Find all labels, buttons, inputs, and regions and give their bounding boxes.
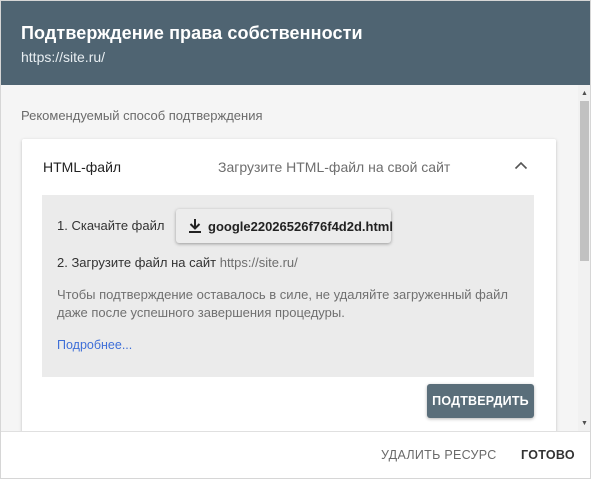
scroll-thumb[interactable] <box>580 101 589 261</box>
scroll-up-arrow-icon[interactable]: ▲ <box>578 87 590 99</box>
method-description: Загрузите HTML-файл на свой сайт <box>218 159 451 175</box>
delete-resource-button[interactable]: УДАЛИТЬ РЕСУРС <box>381 448 497 462</box>
method-name: HTML-файл <box>43 159 122 175</box>
done-button[interactable]: ГОТОВО <box>521 448 575 462</box>
section-label: Рекомендуемый способ подтверждения <box>21 108 263 123</box>
confirm-button[interactable]: ПОДТВЕРДИТЬ <box>427 384 534 418</box>
download-file-button[interactable]: google22026526f76f4d2d.html <box>176 209 393 243</box>
vertical-scrollbar[interactable]: ▲ ▼ <box>578 85 590 431</box>
dialog-header: Подтверждение права собственности https:… <box>1 1 590 85</box>
step2-site: https://site.ru/ <box>219 255 298 270</box>
method-header[interactable]: HTML-файл Загрузите HTML-файл на свой са… <box>22 139 556 195</box>
chevron-up-icon[interactable] <box>509 153 533 177</box>
scroll-down-arrow-icon[interactable]: ▼ <box>578 417 590 429</box>
verification-method-card: HTML-файл Загрузите HTML-файл на свой са… <box>22 139 556 431</box>
dialog-content: Рекомендуемый способ подтверждения HTML-… <box>1 85 578 431</box>
dialog-subtitle: https://site.ru/ <box>21 49 106 65</box>
persistence-note: Чтобы подтверждение оставалось в силе, н… <box>57 287 508 320</box>
step2-label: 2. Загрузите файл на сайт <box>57 255 217 270</box>
steps-panel: 1. Скачайте файл google22026526f76f4d2d.… <box>42 195 534 377</box>
dialog-title: Подтверждение права собственности <box>21 23 363 43</box>
download-icon <box>188 218 202 234</box>
learn-more-link[interactable]: Подробнее... <box>57 338 132 352</box>
dialog-footer: УДАЛИТЬ РЕСУРС ГОТОВО <box>1 431 590 478</box>
step1-label: 1. Скачайте файл <box>57 218 165 233</box>
ownership-verification-dialog: Подтверждение права собственности https:… <box>0 0 591 479</box>
step2-text: 2. Загрузите файл на сайт https://site.r… <box>57 255 298 270</box>
download-file-name: google22026526f76f4d2d.html <box>208 218 393 234</box>
